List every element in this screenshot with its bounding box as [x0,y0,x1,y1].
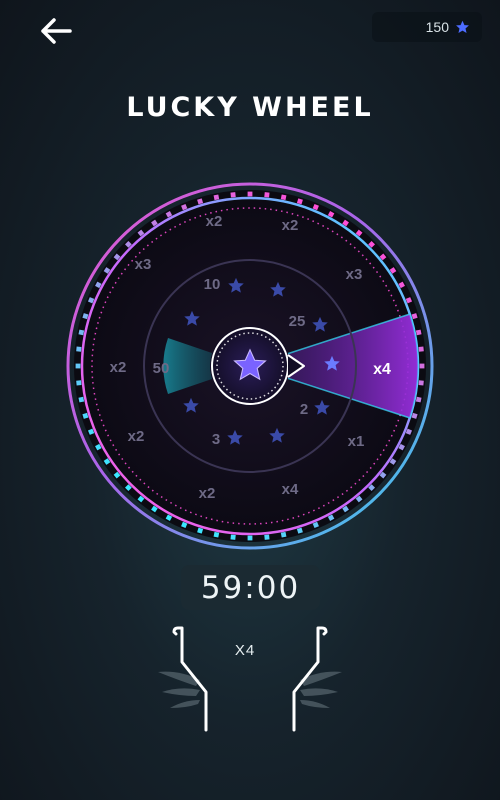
inner-label-25: 25 [289,313,306,330]
light-dot [415,329,422,336]
light-dot [247,535,253,541]
star-icon [456,20,469,33]
inner-label-10: 10 [204,276,221,293]
light-dot [76,380,82,386]
wheel-label-selected: x4 [373,361,391,378]
light-dot [280,194,287,201]
light-dot [76,346,82,352]
light-dot [415,396,422,403]
arrow-left-icon [41,18,72,44]
light-dot [418,380,424,386]
coin-count: 150 [425,19,449,35]
light-dot [230,192,236,198]
back-button[interactable] [36,14,76,48]
wheel-label-bottom-left: x2 [199,485,216,502]
wheel-label-left: x2 [110,359,127,376]
wheel-label-upper-right: x3 [346,266,363,283]
wheel-label-top-left: x2 [206,213,223,230]
light-dot [418,346,424,352]
page-title: LUCKY WHEEL [126,92,374,123]
spin-timer: 59:00 [181,565,320,610]
inner-label-50: 50 [153,360,170,377]
coin-balance: 150 [372,12,482,42]
wheel-label-upper-left: x3 [135,256,152,273]
light-dot [213,531,220,538]
light-dot [213,194,220,201]
multiplier-label: X4 [234,642,256,659]
lucky-wheel[interactable]: x2 x2 x3 x3 x2 x4 x2 x1 x2 x4 10 25 50 2… [64,180,436,552]
spin-lever[interactable] [150,620,350,740]
light-dot [78,396,85,403]
wheel-label-top-right: x2 [282,217,299,234]
light-dot [247,191,253,197]
light-dot [78,329,85,336]
inner-label-2: 2 [300,401,308,418]
light-dot [264,192,270,198]
light-dot [264,534,270,540]
light-dot [419,363,425,369]
wheel-label-bottom-right: x4 [282,481,299,498]
inner-label-3: 3 [212,431,220,448]
wheel-label-lower-right: x1 [348,433,365,450]
light-dot [230,534,236,540]
light-dot [75,363,81,369]
wheel-label-lower-left: x2 [128,428,145,445]
light-dot [280,531,287,538]
